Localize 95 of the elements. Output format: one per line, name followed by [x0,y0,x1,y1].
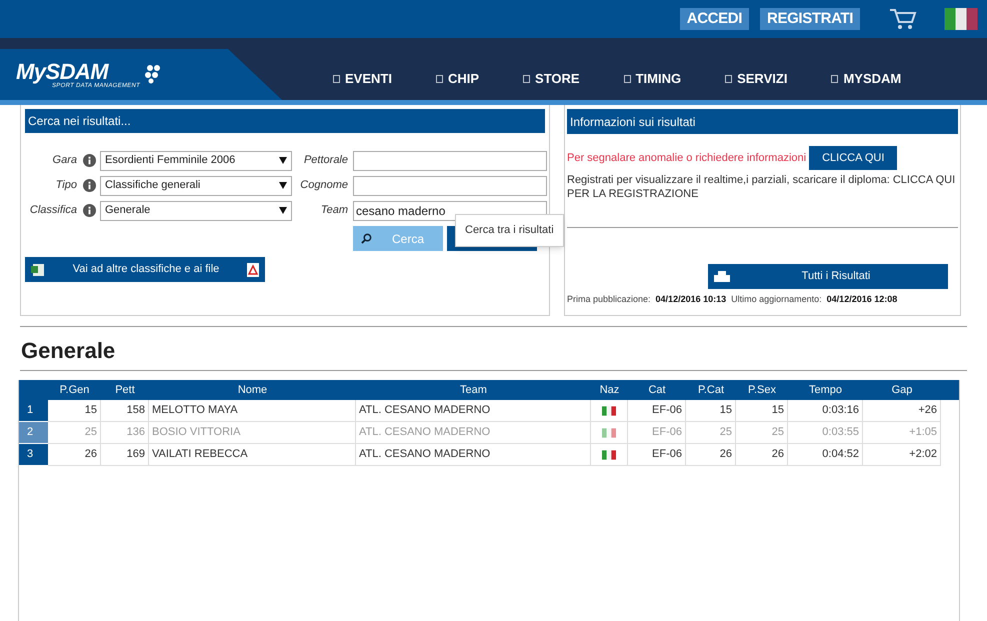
field-label: Gara [52,153,77,168]
register-text: Registrati per visualizzare il realtime,i parziali, scaricare il diploma: CLICCA QUI PER LA REGISTRAZIONE [567,173,956,201]
input-field[interactable] [353,150,547,170]
square-icon [436,75,443,83]
field-label: Pettorale [302,153,348,168]
nav-link[interactable]: EVENTI [333,69,392,89]
table-cell: +26 [863,400,941,422]
column-header[interactable]: Pett [115,384,135,396]
column-header[interactable]: Tempo [808,384,842,396]
square-icon [523,75,530,83]
column-header[interactable]: P.Gen [60,384,90,396]
table-cell: 26 [736,444,788,466]
table-cell: 15 [686,400,736,422]
table-cell: EF-06 [628,444,686,466]
table-cell: +1:05 [863,422,941,444]
table-cell: 25 [736,422,788,444]
spreadsheet-icon [31,262,45,276]
column-header[interactable]: P.Cat [698,384,724,396]
row-number: 1 [19,400,48,422]
nav-link[interactable]: STORE [523,69,580,89]
table-cell: 0:03:16 [788,400,863,422]
login-button[interactable]: ACCEDI [680,8,750,30]
files-button[interactable]: Vai ad altre classifiche e ai file [25,257,265,282]
tooltip: Cerca tra i risultati [455,214,564,246]
column-header[interactable]: Gap [892,384,912,396]
field-label: Cognome [300,178,348,194]
field-label: Team [320,203,348,218]
first-publication-date: 04/12/2016 10:13 [656,293,726,306]
table-cell: 15 [48,400,101,422]
italy-flag-icon[interactable] [944,8,978,30]
field-label: Classifica [28,203,77,218]
panel-title: Cerca nei risultati... [25,109,545,133]
section-heading: Generale [21,337,116,365]
last-update-date: 04/12/2016 12:08 [826,293,898,306]
italy-flag-icon [602,406,616,416]
report-button[interactable]: CLICCA QUI [809,146,898,170]
register-button[interactable]: REGISTRATI [760,8,860,30]
info-icon [83,204,96,217]
table-cell: 25 [48,422,101,444]
italy-flag-icon [602,428,616,438]
table-cell: 169 [101,444,149,466]
search-icon [361,233,372,244]
input-field[interactable] [353,176,547,196]
table-cell: MELOTTO MAYA [149,400,356,422]
dropdown-arrow-icon [279,207,287,214]
table-cell: 25 [686,422,736,444]
italy-flag-icon [602,450,616,460]
first-publication-label: Prima pubblicazione: [567,293,651,306]
dropdown-arrow-icon [279,157,287,164]
square-icon [624,75,631,83]
info-icon [83,179,96,192]
table-cell: ATL. CESANO MADERNO [356,444,591,466]
table-cell: VAILATI REBECCA [149,444,356,466]
row-number: 2 [19,422,48,444]
last-update-label: Ultimo aggiornamento: [731,293,822,306]
dropdown[interactable]: Classifiche generali [100,176,292,196]
table-cell: ATL. CESANO MADERNO [356,400,591,422]
column-header[interactable]: Cat [648,384,666,396]
dropdown[interactable]: Esordienti Femminile 2006 [100,150,292,170]
square-icon [831,75,838,83]
all-results-button[interactable]: Tutti i Risultati [708,264,948,289]
table-cell: 0:04:52 [788,444,863,466]
nav-link[interactable]: CHIP [436,69,480,89]
table-cell: 26 [686,444,736,466]
row-number: 3 [19,444,48,466]
table-cell: EF-06 [628,422,686,444]
pdf-icon [246,262,259,276]
field-label: Tipo [54,178,77,194]
table-cell: 158 [101,400,149,422]
report-text: Per segnalare anomalie o richiedere informazioni [567,150,806,166]
podium-icon [714,271,730,282]
nav-link[interactable]: SERVIZI [725,69,788,89]
dropdown-arrow-icon [279,182,287,189]
square-icon [725,75,732,83]
table-cell: 0:03:55 [788,422,863,444]
table-cell: 26 [48,444,101,466]
table-cell: ATL. CESANO MADERNO [356,422,591,444]
table-cell: EF-06 [628,400,686,422]
column-header[interactable]: Team [460,384,487,396]
nav-link[interactable]: TIMING [624,69,682,89]
dropdown[interactable]: Generale [100,200,292,220]
table-cell: 15 [736,400,788,422]
panel-title: Informazioni sui risultati [567,109,958,134]
column-header[interactable]: P.Sex [748,384,776,396]
square-icon [333,75,340,83]
table-cell: +2:02 [863,444,941,466]
nav-link[interactable]: MYSDAM [831,69,902,89]
input-field[interactable]: cesano maderno [353,200,547,220]
info-icon [83,154,96,167]
table-cell: 136 [101,422,149,444]
column-header[interactable]: Naz [600,384,620,396]
logo-text[interactable]: MySDAM [16,62,140,82]
table-cell: BOSIO VITTORIA [149,422,356,444]
cart-icon[interactable] [889,7,917,31]
column-header[interactable]: Nome [238,384,268,396]
